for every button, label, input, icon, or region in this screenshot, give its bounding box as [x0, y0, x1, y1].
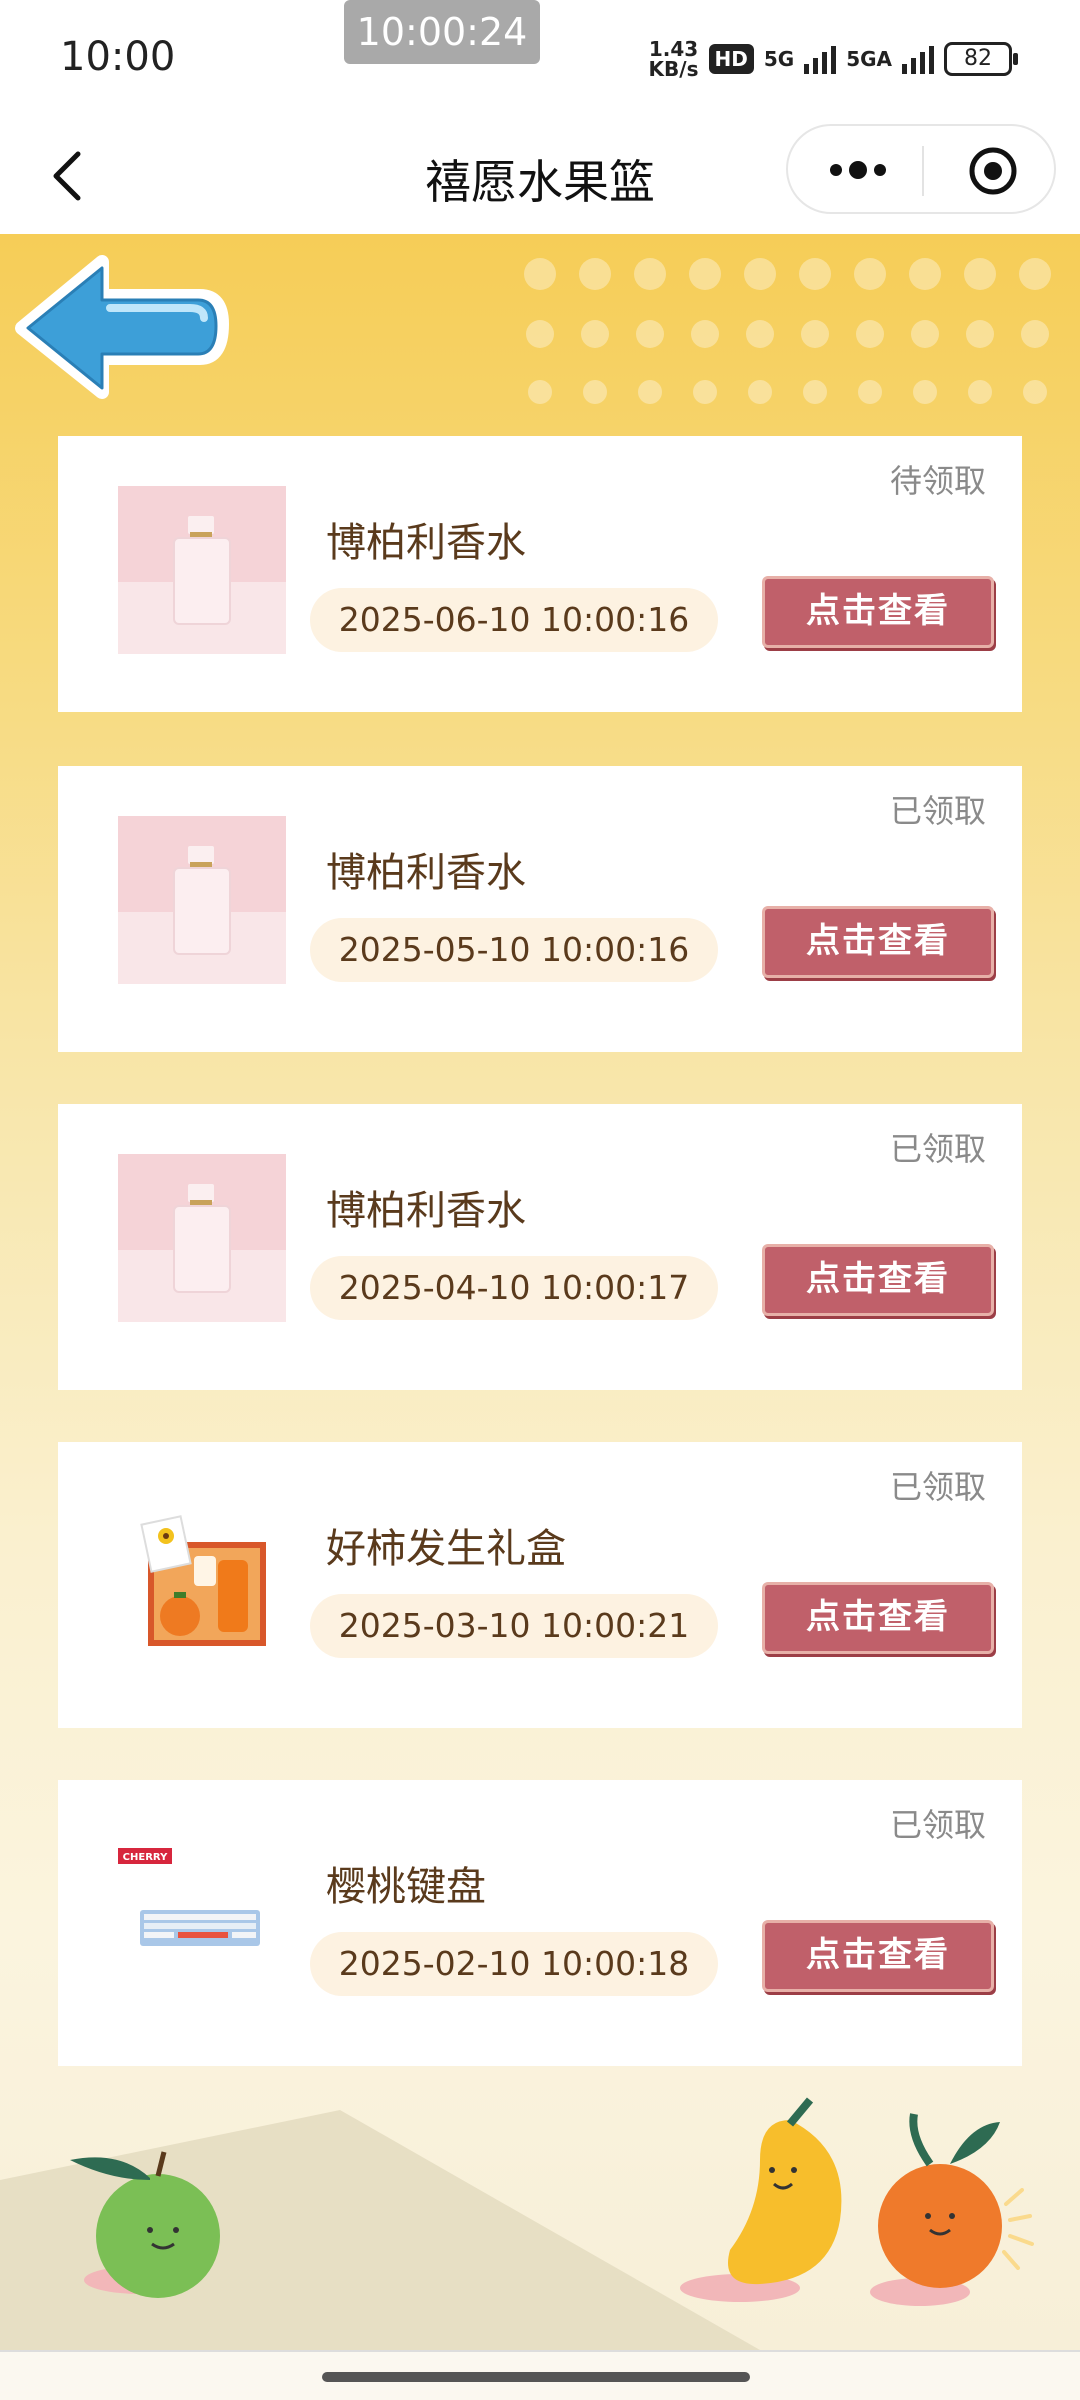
back-arrow-icon[interactable] — [10, 246, 230, 406]
view-details-button[interactable]: 点击查看 — [762, 906, 994, 978]
screen-record-timer: 10:00:24 — [344, 0, 540, 64]
prize-date: 2025-06-10 10:00:16 — [310, 588, 718, 652]
prize-name: 好柿发生礼盒 — [326, 1526, 566, 1572]
prize-date: 2025-04-10 10:00:17 — [310, 1256, 718, 1320]
view-details-button[interactable]: 点击查看 — [762, 1244, 994, 1316]
fruit-illustration — [0, 2097, 1034, 2350]
prize-card: CHERRY 已领取 樱桃键盘 2025-02-10 10:00:18 点击查看 — [58, 1780, 1022, 2066]
back-chevron-icon[interactable] — [40, 146, 100, 206]
decorative-dots — [524, 258, 1051, 404]
prize-card: 已领取 博柏利香水 2025-04-10 10:00:17 点击查看 — [58, 1104, 1022, 1390]
network-speed-unit: KB/s — [648, 57, 699, 81]
signal-icon-2 — [902, 44, 934, 74]
status-time: 10:00 — [60, 34, 176, 80]
network-type-2: 5GA — [846, 47, 892, 71]
prize-status: 已领取 — [889, 1806, 986, 1844]
signal-icon — [804, 44, 837, 74]
prize-date: 2025-05-10 10:00:16 — [310, 918, 718, 982]
prize-name: 博柏利香水 — [326, 520, 526, 566]
keyboard-brand-logo: CHERRY — [123, 1852, 168, 1863]
network-type-1: 5G — [763, 47, 795, 71]
prize-name: 博柏利香水 — [326, 850, 526, 896]
close-mini-program-icon[interactable] — [968, 146, 1018, 196]
prize-card: 已领取 博柏利香水 2025-05-10 10:00:16 点击查看 — [58, 766, 1022, 1052]
view-details-button[interactable]: 点击查看 — [762, 1582, 994, 1654]
prize-status: 已领取 — [889, 1468, 986, 1506]
prize-status: 已领取 — [889, 792, 986, 830]
more-icon[interactable] — [828, 154, 888, 186]
prize-date: 2025-03-10 10:00:21 — [310, 1594, 718, 1658]
perfume-image — [118, 816, 286, 984]
perfume-image — [118, 1154, 286, 1322]
hd-badge: HD — [708, 44, 754, 74]
mango-icon — [728, 2097, 842, 2285]
keyboard-image: CHERRY — [118, 1830, 286, 1998]
gift-box-image — [118, 1492, 286, 1660]
mini-program-capsule — [786, 124, 1056, 214]
view-details-button[interactable]: 点击查看 — [762, 1920, 994, 1992]
view-details-button[interactable]: 点击查看 — [762, 576, 994, 648]
status-indicators: 1.43 KB/s HD 5G 5GA 82 — [649, 36, 1018, 82]
prize-card: 已领取 好柿发生礼盒 2025-03-10 10:00:21 点击查看 — [58, 1442, 1022, 1728]
prize-date: 2025-02-10 10:00:18 — [310, 1932, 718, 1996]
network-speed-value: 1.43 — [648, 37, 699, 61]
perfume-image — [118, 486, 286, 654]
home-indicator — [0, 2350, 1080, 2400]
page-title: 禧愿水果篮 — [425, 155, 655, 209]
prize-name: 博柏利香水 — [326, 1188, 526, 1234]
network-speed: 1.43 KB/s — [649, 39, 699, 79]
orange-icon — [878, 2113, 1002, 2288]
prize-card: 待领取 博柏利香水 2025-06-10 10:00:16 点击查看 — [58, 436, 1022, 712]
main-content: 待领取 博柏利香水 2025-06-10 10:00:16 点击查看 已领取 博… — [0, 234, 1080, 2350]
prize-status: 待领取 — [889, 462, 986, 500]
prize-name: 樱桃键盘 — [326, 1864, 486, 1910]
status-bar: 10:00 10:00:24 1.43 KB/s HD 5G 5GA 82 — [0, 0, 1080, 118]
capsule-divider — [922, 146, 924, 196]
battery-icon: 82 — [944, 42, 1018, 76]
prize-status: 已领取 — [889, 1130, 986, 1168]
nav-bar: 禧愿水果篮 — [0, 118, 1080, 234]
home-indicator-bar[interactable] — [322, 2372, 750, 2382]
